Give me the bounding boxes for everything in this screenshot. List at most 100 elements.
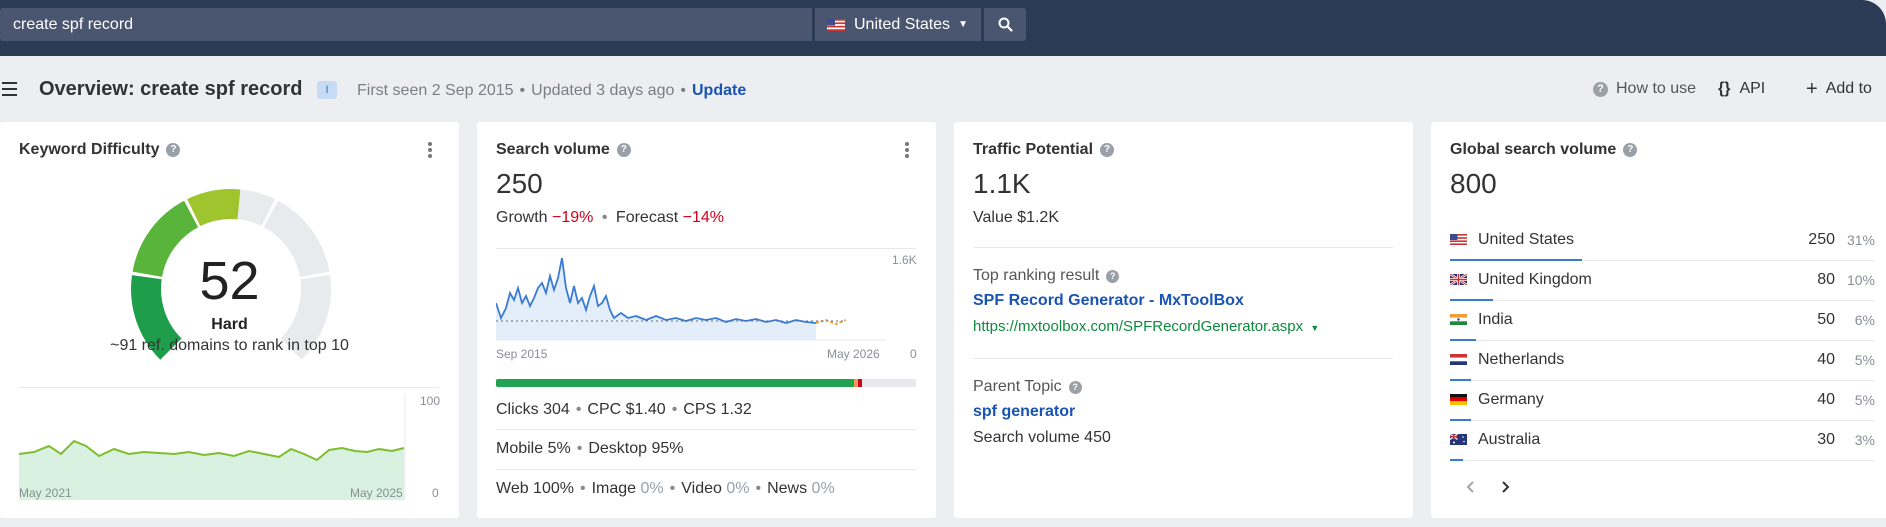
caret-down-icon[interactable]: ▼ <box>1310 323 1319 333</box>
card-title: Global search volume ? <box>1450 141 1638 159</box>
country-name: Germany <box>1478 391 1544 408</box>
uk-flag-icon <box>1450 274 1467 285</box>
country-name: Netherlands <box>1478 351 1565 368</box>
keyword-search-input[interactable] <box>0 8 812 41</box>
help-icon[interactable]: ? <box>166 143 181 157</box>
global-search-volume-card: Global search volume ? 800 United States… <box>1431 122 1886 518</box>
gsv-title: Global search volume <box>1450 141 1617 158</box>
country-share: 5% <box>1854 392 1875 408</box>
video-share: 0% <box>726 480 750 497</box>
parent-topic-link[interactable]: spf generator <box>973 403 1075 421</box>
clicks-share-bar <box>496 379 916 387</box>
help-icon[interactable]: ? <box>616 143 631 157</box>
top-result-label: Top ranking result <box>973 267 1100 284</box>
germany-flag-icon <box>1450 394 1467 405</box>
country-row[interactable]: Australia 30 3% <box>1450 421 1875 461</box>
prev-page-button[interactable] <box>1461 477 1481 497</box>
difficulty-label: Hard <box>211 316 248 333</box>
growth-label: Growth <box>496 209 548 226</box>
image-label: Image <box>591 480 637 497</box>
web-share: Web 100% <box>496 480 574 497</box>
help-icon[interactable]: ? <box>1623 143 1638 157</box>
country-share: 6% <box>1854 312 1875 328</box>
divider <box>496 469 916 470</box>
card-title: Search volume ? <box>496 141 631 159</box>
difficulty-score: 52 <box>199 251 260 311</box>
menu-icon[interactable] <box>2 82 17 96</box>
cpc-value: CPC $1.40 <box>587 401 666 418</box>
more-options-icon[interactable] <box>905 142 909 160</box>
growth-line: Growth −19% • Forecast −14% <box>496 209 724 226</box>
page-title: Overview: create spf record <box>39 78 303 100</box>
image-share: 0% <box>640 480 664 497</box>
cps-value: CPS 1.32 <box>683 401 752 418</box>
country-name: United Kingdom <box>1478 271 1592 288</box>
top-result-title-link[interactable]: SPF Record Generator - MxToolBox <box>973 292 1244 310</box>
country-row[interactable]: United Kingdom 80 10% <box>1450 261 1875 301</box>
help-icon[interactable]: ? <box>1106 269 1120 283</box>
difficulty-description: ~91 ref. domains to rank in top 10 <box>110 337 349 354</box>
card-title: Traffic Potential ? <box>973 141 1115 159</box>
row-divider <box>1450 460 1875 461</box>
top-result-url-link[interactable]: https://mxtoolbox.com/SPFRecordGenerator… <box>973 318 1319 335</box>
how-to-use-link[interactable]: ? How to use <box>1593 80 1696 98</box>
country-row[interactable]: India 50 6% <box>1450 301 1875 341</box>
divider <box>496 429 916 430</box>
gauge-segment-filled <box>187 189 241 227</box>
search-button[interactable] <box>984 8 1026 41</box>
search-volume-chart <box>496 257 886 341</box>
country-volume: 40 <box>1817 351 1835 368</box>
growth-value: −19% <box>552 209 594 226</box>
country-row[interactable]: Germany 40 5% <box>1450 381 1875 421</box>
clicks-line: Clicks 304 • CPC $1.40 • CPS 1.32 <box>496 401 752 418</box>
us-flag-icon <box>827 18 845 31</box>
more-options-icon[interactable] <box>428 142 432 160</box>
country-name: Australia <box>1478 431 1541 448</box>
intent-badge[interactable]: I <box>317 81 337 99</box>
update-link[interactable]: Update <box>692 82 746 99</box>
divider <box>973 358 1393 359</box>
traffic-value: Value $1.2K <box>973 209 1059 226</box>
news-label: News <box>767 480 808 497</box>
search-volume-card: Search volume ? 250 Growth −19% • Foreca… <box>477 122 936 518</box>
how-to-use-label: How to use <box>1616 80 1697 97</box>
keyword-difficulty-card: Keyword Difficulty ? 52 Hard ~91 ref. do… <box>0 122 459 518</box>
video-label: Video <box>681 480 722 497</box>
card-title: Keyword Difficulty ? <box>19 141 181 159</box>
add-to-button[interactable]: + Add to <box>1806 79 1872 99</box>
axis-label-start: May 2021 <box>19 486 72 500</box>
india-flag-icon <box>1450 314 1467 325</box>
divider <box>19 387 439 388</box>
clicks-value: Clicks 304 <box>496 401 570 418</box>
first-seen-text: First seen 2 Sep 2015 <box>357 82 514 99</box>
country-select[interactable]: United States ▼ <box>815 8 981 41</box>
api-button[interactable]: {} API <box>1718 80 1765 98</box>
help-icon[interactable]: ? <box>1100 143 1115 157</box>
help-icon[interactable]: ? <box>1068 380 1082 394</box>
forecast-value: −14% <box>682 209 724 226</box>
serp-type-line: Web 100% • Image 0% • Video 0% • News 0% <box>496 480 835 497</box>
chevron-right-icon <box>1502 481 1510 493</box>
next-page-button[interactable] <box>1495 477 1515 497</box>
parent-topic-heading: Parent Topic ? <box>973 378 1082 396</box>
traffic-potential-value: 1.1K <box>973 168 1031 199</box>
country-row[interactable]: United States 250 31% <box>1450 221 1875 261</box>
country-volume: 80 <box>1817 271 1835 288</box>
search-icon <box>998 17 1013 32</box>
country-volume: 30 <box>1817 431 1835 448</box>
top-result-url: https://mxtoolbox.com/SPFRecordGenerator… <box>973 318 1304 335</box>
search-volume-value: 250 <box>496 168 543 199</box>
axis-label-top: 100 <box>420 394 441 408</box>
kd-title: Keyword Difficulty <box>19 141 160 158</box>
country-row[interactable]: Netherlands 40 5% <box>1450 341 1875 381</box>
australia-flag-icon <box>1450 434 1467 445</box>
news-share: 0% <box>811 480 835 497</box>
country-select-label: United States <box>854 15 951 33</box>
netherlands-flag-icon <box>1450 354 1467 365</box>
sv-title: Search volume <box>496 141 610 158</box>
axis-label-end: May 2026 <box>827 347 880 361</box>
header-meta: First seen 2 Sep 2015 • Updated 3 days ago… <box>357 82 747 99</box>
paid-share-fill-2 <box>858 379 863 387</box>
country-share-bar <box>1450 459 1463 461</box>
chevron-down-icon: ▼ <box>958 19 968 30</box>
